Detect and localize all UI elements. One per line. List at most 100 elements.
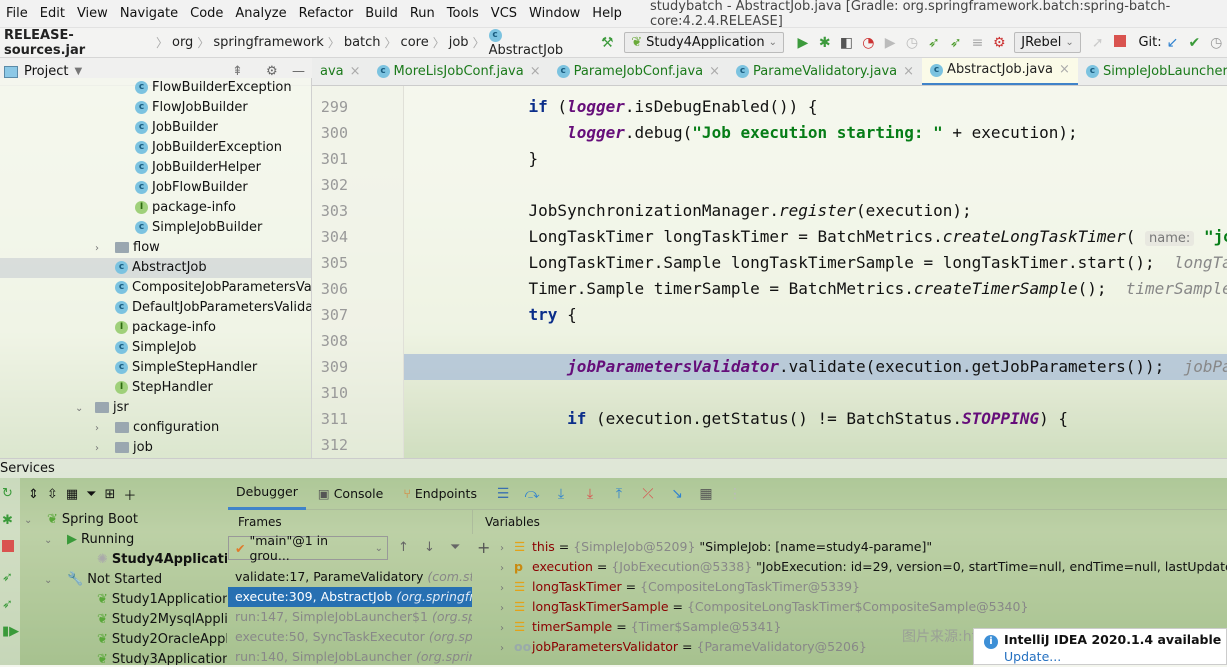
tab-endpoints[interactable]: ⑂ Endpoints	[395, 478, 485, 510]
tree-item[interactable]: › flow	[0, 238, 311, 259]
resume-icon[interactable]: ▮▶	[0, 618, 20, 645]
tree-item[interactable]: c JobBuilder	[0, 118, 311, 138]
tree-item[interactable]: ⌄ jsr	[0, 398, 311, 419]
close-icon[interactable]: ×	[1059, 58, 1070, 84]
rerun-icon[interactable]: ↻	[0, 478, 20, 509]
code-line[interactable]	[404, 328, 1227, 354]
menu-tools[interactable]: Tools	[441, 6, 485, 21]
tree-item[interactable]: c JobBuilderException	[0, 138, 311, 158]
frame-item[interactable]: run:140, SimpleJobLauncher (org.springf	[228, 647, 472, 667]
expand-arrow-icon[interactable]: ›	[500, 559, 514, 577]
expand-arrow-icon[interactable]: ⌄	[75, 399, 89, 419]
run-jrebel-icon[interactable]: ➶	[0, 564, 20, 591]
expand-arrow-icon[interactable]: ›	[500, 539, 514, 557]
breadcrumb-item[interactable]: core	[397, 35, 433, 50]
tree-item[interactable]: c SimpleJobBuilder	[0, 218, 311, 238]
debug-jrebel-icon[interactable]: ➶	[0, 591, 20, 618]
close-icon[interactable]: ×	[530, 58, 541, 85]
expand-arrow-icon[interactable]: ›	[95, 239, 109, 259]
tree-item[interactable]: c SimpleJob	[0, 338, 311, 358]
filter-icon[interactable]: ⏷	[86, 487, 96, 502]
code-line[interactable]	[404, 432, 1227, 458]
tree-item[interactable]: › job	[0, 438, 311, 458]
breadcrumb-item[interactable]: org	[168, 35, 197, 50]
expand-arrow-icon[interactable]: ›	[500, 579, 514, 597]
frame-down-icon[interactable]: ↓	[424, 540, 435, 555]
git-commit-icon[interactable]: ✔	[1183, 35, 1205, 51]
menu-vcs[interactable]: VCS	[485, 6, 523, 21]
service-item[interactable]: ⌄ ❦ Spring Boot	[22, 510, 227, 530]
tree-item[interactable]: c FlowJobBuilder	[0, 98, 311, 118]
frame-item[interactable]: validate:17, ParameValidatory (com.study	[228, 567, 472, 587]
frame-item[interactable]: execute:309, AbstractJob (org.springfram	[228, 587, 472, 607]
variable-item[interactable]: › ☰ longTaskTimerSample = {CompositeLongTa…	[500, 597, 1227, 617]
build-hammer-icon[interactable]: ⚒	[596, 35, 618, 51]
menu-edit[interactable]: Edit	[34, 6, 71, 21]
service-item[interactable]: ❦Study2MysqlApplicatio	[22, 610, 227, 630]
code-line[interactable]	[404, 172, 1227, 198]
menu-window[interactable]: Window	[523, 6, 586, 21]
profile-icon[interactable]: ◔	[857, 35, 879, 51]
jrebel-select[interactable]: JRebel ⌄	[1014, 32, 1081, 53]
attach-icon[interactable]: ⚙	[988, 35, 1010, 51]
stop-icon[interactable]	[0, 532, 20, 564]
tab-debugger[interactable]: Debugger	[228, 478, 306, 510]
history-icon[interactable]: ◷	[901, 35, 923, 51]
expand-arrow-icon[interactable]: ›	[500, 639, 514, 657]
menu-navigate[interactable]: Navigate	[114, 6, 184, 21]
expand-arrow-icon[interactable]: ›	[500, 599, 514, 617]
menu-help[interactable]: Help	[586, 6, 628, 21]
evaluate-icon[interactable]: ▦	[695, 486, 717, 502]
code-line[interactable]	[404, 380, 1227, 406]
tree-item[interactable]: Ipackage-info	[0, 318, 311, 338]
expand-arrow-icon[interactable]: ⌄	[44, 571, 67, 591]
collapse-all-icon[interactable]: ⇳	[47, 487, 58, 502]
run-config-select[interactable]: ❦ Study4Application ⌄	[624, 32, 784, 53]
variable-item[interactable]: › ☰ longTaskTimer = {CompositeLongTaskTime…	[500, 577, 1227, 597]
menu-icon[interactable]: ☰	[492, 486, 514, 502]
editor-tab[interactable]: c ParameJobConf.java ×	[549, 58, 728, 85]
frame-up-icon[interactable]: ↑	[398, 540, 409, 555]
tree-item[interactable]: c JobBuilderHelper	[0, 158, 311, 178]
frame-item[interactable]: run:147, SimpleJobLauncher$1 (org.spring	[228, 607, 472, 627]
menu-build[interactable]: Build	[359, 6, 404, 21]
tab-console[interactable]: ▣ Console	[310, 478, 391, 510]
drop-frame-icon[interactable]: ⤫	[637, 486, 659, 502]
breadcrumb-item[interactable]: springframework	[209, 35, 327, 50]
menu-refactor[interactable]: Refactor	[293, 6, 360, 21]
code-line[interactable]: LongTaskTimer longTaskTimer = BatchMetri…	[404, 224, 1227, 250]
variable-item[interactable]: › p execution = {JobExecution@5338} "JobEx…	[500, 557, 1227, 577]
run-icon[interactable]: ▶	[792, 35, 814, 51]
service-item[interactable]: ❦Study2OracleApplicati	[22, 630, 227, 650]
debug-icon[interactable]: ✱	[0, 509, 20, 532]
code-line[interactable]: LongTaskTimer.Sample longTaskTimerSample…	[404, 250, 1227, 276]
code-line[interactable]: Timer.Sample timerSample = BatchMetrics.…	[404, 276, 1227, 302]
editor-tab[interactable]: cSimpleJobLauncher.java×	[1078, 58, 1227, 85]
code-line[interactable]: }	[404, 146, 1227, 172]
update-link[interactable]: Update...	[1004, 649, 1226, 664]
close-icon[interactable]: ×	[350, 58, 361, 85]
expand-arrow-icon[interactable]: ›	[500, 619, 514, 637]
step-into-icon[interactable]: ⤓	[550, 486, 572, 502]
tree-item[interactable]: c SimpleStepHandler	[0, 358, 311, 378]
run-to-cursor-icon[interactable]: ↘	[666, 486, 688, 502]
tree-item[interactable]: c DefaultJobParametersValidator	[0, 298, 311, 318]
thread-select[interactable]: ✔ "main"@1 in grou... ⌄	[228, 533, 388, 563]
service-item[interactable]: ⌄ ▶ Running	[22, 530, 227, 550]
close-icon[interactable]: ×	[709, 58, 720, 85]
code-line[interactable]: if (logger.isDebugEnabled()) {	[404, 94, 1227, 120]
new-tab-icon[interactable]: ⊞	[105, 487, 116, 502]
breadcrumb-item[interactable]: RELEASE-sources.jar	[0, 28, 156, 58]
breadcrumb-item[interactable]: batch	[340, 35, 385, 50]
tree-item[interactable]: c FlowBuilderException	[0, 78, 311, 98]
code-line[interactable]: jobParametersValidator.validate(executio…	[404, 354, 1227, 380]
code-editor[interactable]: 299 300 301 302 303 304 305 306 307 308 309 310 311 3…	[312, 86, 1227, 458]
breadcrumb-item[interactable]: cAbstractJob	[485, 28, 583, 58]
tree-item[interactable]: Ipackage-info	[0, 198, 311, 218]
step-icon[interactable]: ≡	[967, 35, 989, 51]
expand-arrow-icon[interactable]: ⌄	[24, 511, 47, 531]
code-line[interactable]: JobSynchronizationManager.register(execu…	[404, 198, 1227, 224]
service-item[interactable]: ❦ Study1Application	[22, 590, 227, 610]
menu-run[interactable]: Run	[404, 6, 441, 21]
expand-all-icon[interactable]: ⇕	[28, 487, 39, 502]
